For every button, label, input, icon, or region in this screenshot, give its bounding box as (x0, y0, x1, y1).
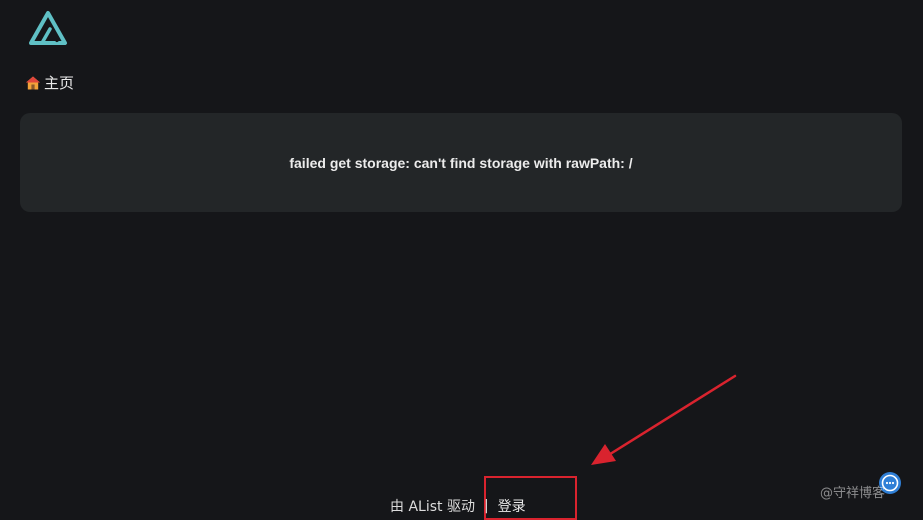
login-link[interactable]: 登录 (498, 496, 526, 516)
breadcrumb-home[interactable]: 主页 (25, 72, 74, 93)
error-message: failed get storage: can't find storage w… (289, 154, 633, 171)
error-card: failed get storage: can't find storage w… (20, 113, 902, 212)
footer: 由 AList 驱动 | 登录 (390, 496, 526, 516)
watermark: @守祥博客 (820, 486, 886, 501)
breadcrumb-home-label: 主页 (44, 74, 75, 92)
house-icon (26, 76, 40, 89)
alist-logo-icon[interactable] (28, 10, 68, 46)
footer-separator: | (483, 498, 489, 514)
annotation-arrow (591, 374, 737, 465)
powered-by-text: 由 AList 驱动 (390, 499, 475, 515)
